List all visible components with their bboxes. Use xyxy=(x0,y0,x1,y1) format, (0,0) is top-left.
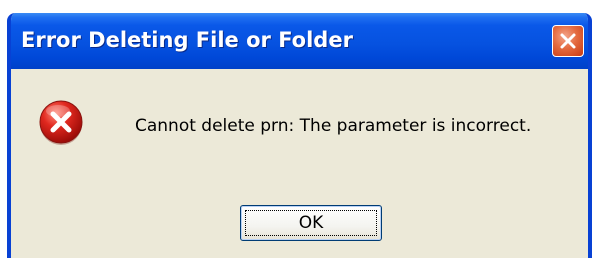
close-icon xyxy=(560,33,576,49)
dialog-content: Cannot delete prn: The parameter is inco… xyxy=(11,69,588,258)
error-message: Cannot delete prn: The parameter is inco… xyxy=(135,116,532,136)
ok-button[interactable]: OK xyxy=(240,205,382,241)
error-dialog: Error Deleting File or Folder Cannot del… xyxy=(7,13,592,258)
ok-button-label: OK xyxy=(298,213,324,233)
title-bar[interactable]: Error Deleting File or Folder xyxy=(11,13,588,69)
close-button[interactable] xyxy=(552,25,584,57)
error-icon xyxy=(39,100,83,145)
window-title: Error Deleting File or Folder xyxy=(21,28,353,52)
